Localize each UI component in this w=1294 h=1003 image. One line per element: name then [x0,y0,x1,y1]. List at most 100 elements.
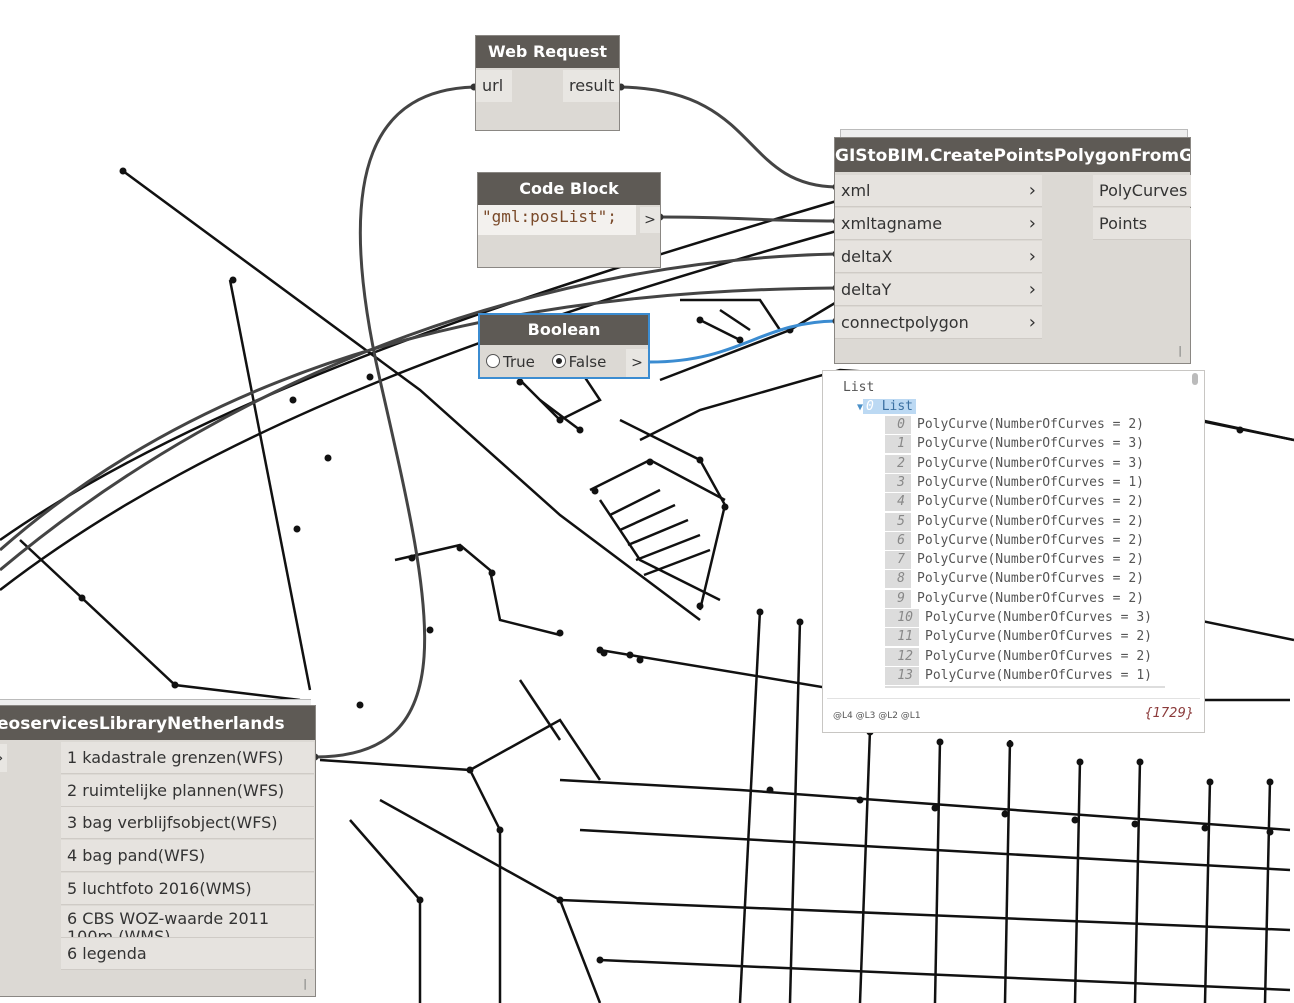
preview-list-item[interactable]: 10 PolyCurve(NumberOfCurves = 3) [885,609,1152,627]
chevron-right-icon[interactable]: › [1029,307,1036,339]
preview-list-item[interactable]: 11 PolyCurve(NumberOfCurves = 2) [885,628,1152,647]
map-line [1199,418,1294,442]
library-item[interactable]: 2 ruimtelijke plannen(WFS) [61,774,314,807]
library-item[interactable]: 4 bag pand(WFS) [61,840,314,873]
map-vertex [293,525,301,533]
map-line [627,518,689,547]
gis-input-port[interactable]: xml › [835,175,1042,207]
gis-output-port[interactable]: PolyCurves [1093,175,1191,207]
preview-scrollbar[interactable] [1192,373,1198,385]
preview-item-index: 4 [885,493,911,512]
gis-output-label: Points [1099,214,1148,233]
code-block-output-port[interactable]: > [640,207,660,233]
map-vertex [1266,778,1274,786]
map-vertex [488,569,496,577]
map-line [349,819,422,1003]
map-vertex [756,608,764,616]
web-request-result-output[interactable]: result [563,70,619,102]
preview-bubble[interactable]: List ▼ 0 List 0 PolyCurve(NumberOfCurves =… [822,370,1205,733]
radio-on-icon [551,354,566,368]
web-request-node[interactable]: Web Request url result [475,35,620,131]
boolean-node[interactable]: Boolean True False > [478,313,650,379]
map-vertex [1201,824,1209,832]
boolean-false-radio[interactable]: False [551,353,606,371]
preview-list-item[interactable]: 8 PolyCurve(NumberOfCurves = 2) [885,570,1144,589]
library-item[interactable]: 6 CBS WOZ-waarde 2011 100m (WMS) [61,905,314,938]
preview-item-value: PolyCurve(NumberOfCurves = 2) [917,590,1144,606]
preview-list-item[interactable]: 7 PolyCurve(NumberOfCurves = 2) [885,551,1144,570]
preview-item-value: PolyCurve(NumberOfCurves = 2) [917,494,1144,510]
map-vertex [366,373,374,381]
code-block-text[interactable]: "gml:posList"; [482,207,617,226]
map-vertex [1266,828,1274,836]
gis-input-label: xml [841,181,871,200]
preview-list-item[interactable]: 5 PolyCurve(NumberOfCurves = 2) [885,512,1144,531]
map-vertex [796,618,804,626]
gis-input-label: xmltagname [841,214,943,233]
gis-node-title[interactable]: GIStoBIM.CreatePointsPolygonFromGMLxy [835,138,1190,172]
map-vertex [1006,740,1014,748]
preview-item-value: PolyCurve(NumberOfCurves = 2) [917,513,1144,529]
library-item[interactable]: 1 kadastrale grenzen(WFS) [61,742,314,774]
map-line [1003,739,1012,1003]
preview-list-item[interactable]: 13 PolyCurve(NumberOfCurves = 1) [885,666,1152,685]
web-request-title[interactable]: Web Request [476,36,619,68]
library-input-chevron-icon[interactable]: › [0,744,7,772]
chevron-right-icon[interactable]: › [1029,274,1036,306]
map-line [19,539,301,702]
preview-list-item[interactable]: 12 PolyCurve(NumberOfCurves = 2) [885,647,1152,666]
gis-input-port[interactable]: xmltagname › [835,208,1042,240]
boolean-title[interactable]: Boolean [480,315,648,345]
preview-root-row[interactable]: ▼ 0 List [857,398,916,416]
boolean-output-port[interactable]: > [626,349,648,377]
web-request-url-input[interactable]: url [476,70,512,102]
gis-createpoints-node[interactable]: GIStoBIM.CreatePointsPolygonFromGMLxy xm… [834,137,1191,364]
preview-list-item[interactable]: 9 PolyCurve(NumberOfCurves = 2) [885,589,1144,608]
preview-list-item[interactable]: 0 PolyCurve(NumberOfCurves = 2) [885,416,1144,434]
map-vertex [931,804,939,812]
library-item[interactable]: 3 bag verblijfsobject(WFS) [61,807,314,840]
connection-wires [0,83,840,761]
chevron-right-icon[interactable]: › [1029,175,1036,207]
map-vertex [556,896,564,904]
preview-list-item[interactable]: 6 PolyCurve(NumberOfCurves = 2) [885,531,1144,550]
map-line [609,488,661,517]
preview-list-item[interactable]: 3 PolyCurve(NumberOfCurves = 1) [885,473,1144,492]
preview-item-index: 11 [885,628,919,647]
map-line [394,543,561,637]
gis-input-port[interactable]: connectpolygon › [835,307,1042,339]
library-item[interactable]: 6 legenda [61,938,314,971]
preview-item-value: PolyCurve(NumberOfCurves = 1) [917,474,1144,490]
map-vertex [696,602,704,610]
wire-library-to-url [314,85,475,759]
chevron-right-icon[interactable]: › [1029,241,1036,273]
code-block-title[interactable]: Code Block [478,173,660,205]
code-block-node[interactable]: Code Block "gml:posList"; > [477,172,661,268]
gis-output-port[interactable]: Points [1093,208,1191,240]
chevron-right-icon[interactable]: › [1029,208,1036,240]
map-line [599,958,1291,992]
map-line [539,399,581,431]
preview-list-item[interactable]: 4 PolyCurve(NumberOfCurves = 2) [885,493,1144,512]
preview-footer-divider [827,698,1200,699]
library-node-title[interactable]: eoservicesLibraryNetherlands [0,706,315,740]
library-item[interactable]: 5 luchtfoto 2016(WMS) [61,872,314,905]
gis-input-port[interactable]: deltaY › [835,274,1042,306]
preview-item-value: PolyCurve(NumberOfCurves = 3) [917,436,1144,452]
preview-root-label[interactable]: 0 List [863,399,916,414]
geoservices-library-node[interactable]: eoservicesLibraryNetherlands › 1 kadastr… [0,705,316,997]
preview-levels[interactable]: @L4 @L3 @L2 @L1 [833,707,921,725]
gis-input-label: deltaY [841,280,892,299]
boolean-true-radio[interactable]: True [486,353,535,371]
map-line [788,619,802,1003]
gis-input-port[interactable]: deltaX › [835,241,1042,273]
preview-list-item[interactable]: 1 PolyCurve(NumberOfCurves = 3) [885,435,1144,454]
map-vertex [1076,758,1084,766]
preview-list-item[interactable]: 2 PolyCurve(NumberOfCurves = 3) [885,454,1144,473]
map-line [619,418,727,611]
map-vertex [456,544,464,552]
code-block-editor[interactable]: "gml:posList"; [478,205,636,235]
map-line [1133,759,1142,1003]
map-line [0,198,841,542]
preview-item-index: 10 [885,609,919,627]
